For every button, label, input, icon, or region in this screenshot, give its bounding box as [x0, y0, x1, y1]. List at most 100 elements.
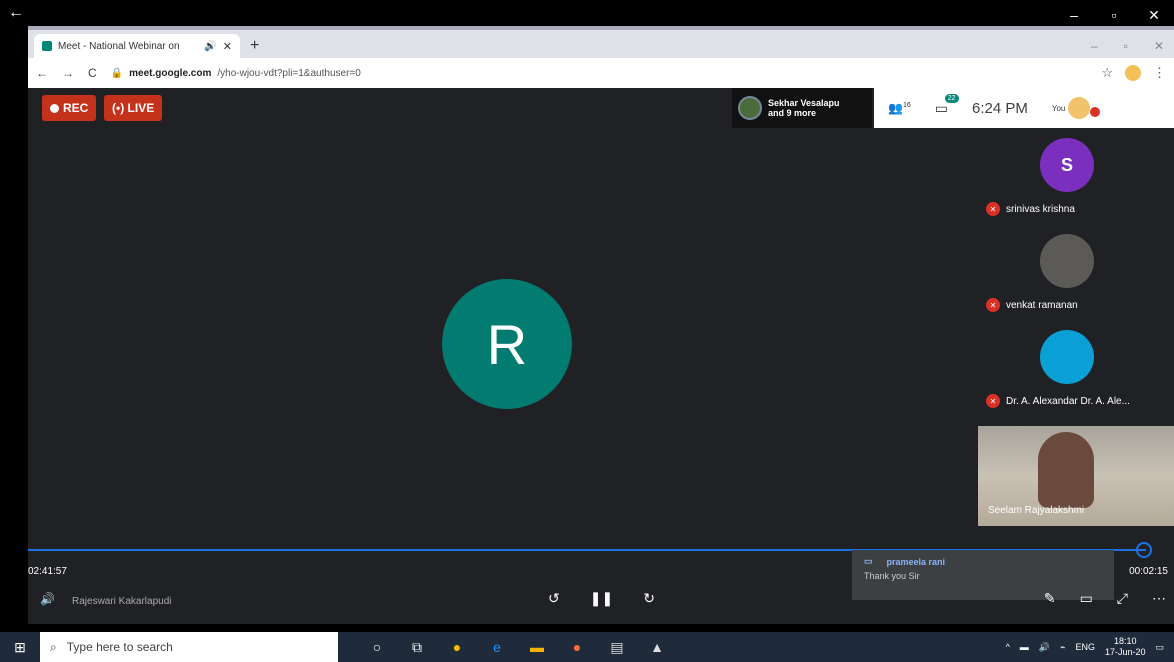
rec-label: REC [63, 101, 89, 115]
tab-meet[interactable]: Meet - National Webinar on 🔊 ✕ [34, 34, 240, 58]
inner-window-controls: – ▫ ✕ [1091, 34, 1174, 58]
clapper-icon[interactable]: ▤ [608, 639, 626, 656]
menu-kebab-icon[interactable]: ⋮ [1153, 65, 1166, 81]
participant-name: Dr. A. Alexandar Dr. A. Ale... [1006, 395, 1130, 407]
taskbar-time: 18:10 [1113, 636, 1137, 646]
system-tray: ^ ▬ 🔊 ⌁ ENG 18:10 17-Jun-20 ▭ [1006, 636, 1174, 658]
playback-controls: ↺ ❚❚ ↻ [548, 590, 655, 607]
inner-maximize-button[interactable]: ▫ [1124, 34, 1128, 58]
tab-strip: Meet - National Webinar on 🔊 ✕ + – ▫ ✕ [28, 30, 1174, 58]
pause-icon[interactable]: ❚❚ [590, 590, 613, 607]
photos-icon[interactable]: ▲ [648, 639, 666, 656]
rec-badge: REC [42, 95, 97, 121]
chrome-icon[interactable]: ● [448, 639, 466, 656]
join-notification: Sekhar Vesalapu and 9 more [732, 88, 872, 128]
participant-name: srinivas krishna [1006, 203, 1075, 215]
forward-button[interactable]: → [62, 66, 74, 80]
lock-icon: 🔒 [110, 67, 124, 79]
tab-title: Meet - National Webinar on [58, 40, 180, 52]
rewind-10-icon[interactable]: ↺ [548, 590, 560, 607]
notification-avatar [738, 96, 762, 120]
search-placeholder: Type here to search [66, 640, 173, 654]
firefox-icon[interactable]: ● [568, 639, 586, 656]
captions-icon[interactable]: ▭ [1080, 590, 1093, 607]
participant-tile[interactable]: ✕ Dr. A. Alexandar Dr. A. Ale... [978, 320, 1174, 416]
remaining-time: 00:02:15 [1129, 566, 1168, 577]
mic-off-icon: ✕ [986, 202, 1000, 216]
participant-tile[interactable]: S ✕ srinivas krishna [978, 128, 1174, 224]
mic-off-icon: ✕ [986, 394, 1000, 408]
broadcast-icon: (•) [112, 101, 128, 115]
tab-close-icon[interactable]: ✕ [223, 40, 232, 53]
self-avatar [1068, 97, 1091, 119]
volume-tray-icon[interactable]: 🔊 [1039, 642, 1050, 653]
notification-line2: and 9 more [768, 108, 817, 118]
edge-icon[interactable]: e [488, 639, 506, 656]
battery-icon[interactable]: ▬ [1020, 642, 1029, 652]
camera-tile[interactable]: Seelam Rajyalakshmi [978, 426, 1174, 526]
chat-button[interactable]: ▭ 22 [935, 93, 959, 117]
chat-popup-icon: ▭ [864, 556, 873, 566]
url-field[interactable]: 🔒 meet.google.com/yho-wjou-vdt?pli=1&aut… [111, 68, 1088, 79]
language-label[interactable]: ENG [1075, 642, 1095, 652]
fullscreen-icon[interactable]: ⤢ [1117, 590, 1128, 607]
meet-topbar: 👥16 ▭ 22 6:24 PM You [874, 88, 1174, 128]
search-icon: ⌕ [50, 639, 57, 654]
participant-tile[interactable]: ✕ venkat ramanan [978, 224, 1174, 320]
inner-close-button[interactable]: ✕ [1154, 34, 1164, 58]
people-icon: 👥 [888, 101, 903, 115]
network-icon[interactable]: ⌁ [1060, 642, 1065, 653]
windows-start-icon[interactable]: ⊞ [0, 639, 40, 656]
url-path: /yho-wjou-vdt?pli=1&authuser=0 [217, 67, 361, 79]
elapsed-time: 02:41:57 [28, 566, 67, 577]
tray-chevron-icon[interactable]: ^ [1006, 642, 1010, 652]
participant-name: venkat ramanan [1006, 299, 1078, 311]
volume-icon[interactable]: 🔊 [40, 592, 55, 606]
record-dot-icon [50, 103, 59, 113]
new-tab-button[interactable]: + [250, 34, 259, 58]
more-icon[interactable]: ⋯ [1152, 590, 1166, 607]
forward-30-icon[interactable]: ↻ [643, 590, 655, 607]
back-button[interactable]: ← [36, 66, 48, 80]
participant-avatar [1040, 234, 1094, 288]
reload-button[interactable]: C [88, 66, 97, 80]
live-label: LIVE [127, 101, 155, 115]
pen-icon[interactable]: ✎ [1044, 590, 1056, 607]
player-right-controls: ✎ ▭ ⤢ ⋯ [1044, 590, 1166, 607]
taskbar-apps: ○ ⧉ ● e ▬ ● ▤ ▲ [368, 639, 666, 656]
mic-off-icon [1090, 107, 1101, 117]
star-icon[interactable]: ☆ [1101, 65, 1113, 81]
people-count: 16 [902, 102, 911, 109]
people-button[interactable]: 👥16 [888, 101, 911, 115]
live-badge: (•) LIVE [104, 95, 163, 121]
browser-chrome: Meet - National Webinar on 🔊 ✕ + – ▫ ✕ ←… [28, 26, 1174, 88]
camera-name: Seelam Rajyalakshmi [988, 505, 1085, 516]
notification-line1: Sekhar Vesalapu [768, 98, 840, 108]
taskbar: ⊞ ⌕ Type here to search ○ ⧉ ● e ▬ ● ▤ ▲ … [0, 632, 1174, 662]
main-speaker-avatar: R [442, 279, 572, 409]
participant-avatar [1040, 330, 1094, 384]
notification-center-icon[interactable]: ▭ [1155, 642, 1164, 653]
profile-avatar[interactable] [1125, 65, 1141, 81]
you-label: You [1051, 103, 1066, 113]
self-tile[interactable]: You [1051, 97, 1101, 119]
speaker-name: Rajeswari Kakarlapudi [72, 596, 172, 607]
task-view-icon[interactable]: ⧉ [408, 639, 426, 656]
progress-handle[interactable] [1136, 542, 1152, 558]
inner-minimize-button[interactable]: – [1091, 34, 1098, 58]
url-host: meet.google.com [129, 67, 212, 79]
meet-stage: REC (•) LIVE Sekhar Vesalapu and 9 more … [28, 88, 1174, 624]
screen: ← – ▫ ✕ Meet - National Webinar on 🔊 ✕ +… [0, 0, 1174, 662]
cortana-icon[interactable]: ○ [368, 639, 386, 656]
taskbar-search[interactable]: ⌕ Type here to search [40, 632, 338, 662]
mic-off-icon: ✕ [986, 298, 1000, 312]
taskbar-clock[interactable]: 18:10 17-Jun-20 [1105, 636, 1146, 658]
speaker-icon[interactable]: 🔊 [204, 41, 216, 52]
address-bar: ← → C 🔒 meet.google.com/yho-wjou-vdt?pli… [28, 58, 1174, 88]
chat-count-badge: 22 [944, 93, 959, 103]
chat-sender: prameela rani [886, 556, 946, 567]
chat-message: Thank you Sir [864, 571, 920, 581]
back-arrow-icon[interactable]: ← [8, 4, 24, 22]
camera-person [1038, 432, 1094, 508]
file-explorer-icon[interactable]: ▬ [528, 639, 546, 656]
